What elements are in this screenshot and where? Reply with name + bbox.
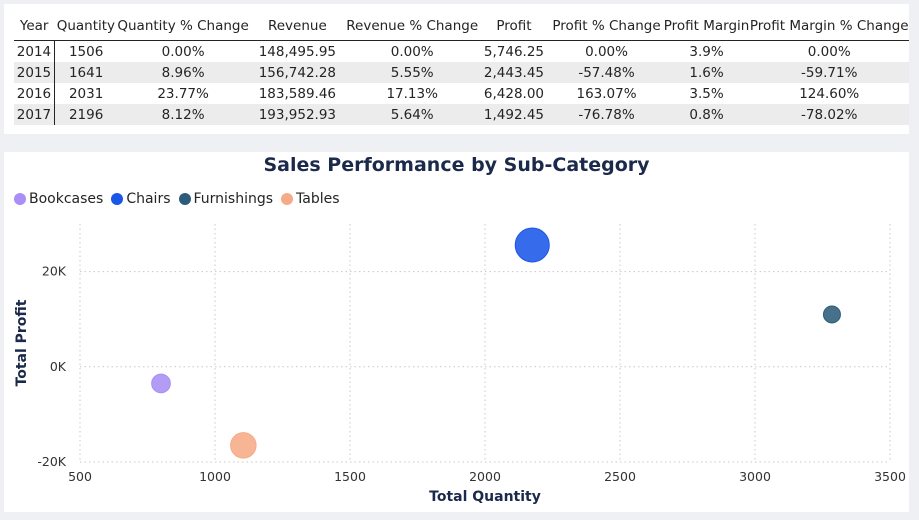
x-tick-label: 1000 (199, 469, 231, 484)
cell-profit: 2,443.45 (478, 62, 550, 83)
column-header-profit[interactable]: Profit (478, 12, 550, 41)
column-header-year[interactable]: Year (14, 12, 55, 41)
cell-quantity: 1641 (54, 62, 118, 83)
cell-revenue-change: 5.64% (345, 104, 479, 125)
x-tick-label: 2000 (469, 469, 501, 484)
cell-revenue-change: 0.00% (390, 43, 434, 60)
cell-profit-change: 163.07% (576, 85, 637, 102)
scatter-chart-panel: Sales Performance by Sub-Category Bookca… (4, 152, 909, 512)
y-tick-label: -20K (37, 454, 66, 469)
x-tick-label: 3000 (739, 469, 771, 484)
cell-revenue: 156,742.28 (248, 62, 346, 83)
x-tick-label: 1500 (334, 469, 366, 484)
cell-revenue: 183,589.46 (258, 85, 337, 102)
cell-quantity: 1506 (68, 43, 104, 60)
column-header-quantity[interactable]: Quantity (54, 12, 118, 41)
table-row[interactable]: 2016 2031 23.77% 183,589.46 17.13% 6,428.00 16… (14, 83, 909, 104)
cell-quantity-change: 8.96% (117, 62, 249, 83)
cell-profit-change: -76.78% (549, 104, 664, 125)
cell-year: 2017 (14, 104, 55, 125)
cell-profit-change: -57.48% (549, 62, 664, 83)
cell-quantity: 2031 (68, 85, 104, 102)
bubble-bookcases (151, 373, 171, 394)
cell-profit-margin-change: -78.02% (749, 104, 909, 125)
column-header-profit-change[interactable]: Profit % Change (549, 12, 664, 41)
cell-profit-margin-change: 0.00% (807, 43, 851, 60)
x-tick-label: 2500 (604, 469, 636, 484)
cell-profit: 1,492.45 (478, 104, 550, 125)
cell-profit-margin: 3.9% (689, 43, 724, 60)
cell-quantity: 2196 (54, 104, 118, 125)
cell-profit-change: 0.00% (585, 43, 628, 60)
table-row[interactable]: 2014 1506 0.00% 148,495.95 0.00% 5,746.25 0.00… (14, 40, 909, 62)
cell-revenue: 193,952.93 (248, 104, 346, 125)
cell-profit-margin-change: 124.60% (799, 85, 860, 102)
bubble-chairs (514, 227, 550, 263)
cell-year: 2015 (14, 62, 55, 83)
column-header-quantity-change[interactable]: Quantity % Change (117, 12, 249, 41)
cell-quantity-change: 0.00% (161, 43, 205, 60)
cell-revenue-change: 5.55% (345, 62, 479, 83)
y-tick-label: 20K (42, 264, 67, 279)
bubble-tables (230, 432, 257, 459)
y-tick-label: 0K (50, 359, 67, 374)
cell-profit-margin: 3.5% (689, 85, 724, 102)
cell-profit-margin: 0.8% (663, 104, 750, 125)
table-header-row: Year Quantity Quantity % Change Revenue … (14, 12, 909, 41)
y-axis-title: Total Profit (14, 299, 30, 386)
x-axis-title: Total Quantity (429, 489, 541, 505)
bubble-furnishings (822, 305, 841, 324)
column-header-profit-margin-change[interactable]: Profit Margin % Change (749, 12, 909, 41)
cell-profit: 5,746.25 (483, 43, 545, 60)
cell-revenue-change: 17.13% (386, 85, 438, 102)
cell-quantity-change: 8.12% (117, 104, 249, 125)
column-header-revenue[interactable]: Revenue (248, 12, 346, 41)
x-tick-label: 500 (68, 469, 92, 484)
cell-profit: 6,428.00 (483, 85, 545, 102)
yearly-summary-table: Year Quantity Quantity % Change Revenue … (14, 12, 909, 125)
cell-revenue: 148,495.95 (258, 43, 337, 60)
table-row[interactable]: 2015 1641 8.96% 156,742.28 5.55% 2,443.45 -57.… (14, 62, 909, 83)
cell-year: 2016 (14, 83, 55, 104)
cell-profit-margin-change: -59.71% (749, 62, 909, 83)
column-header-profit-margin[interactable]: Profit Margin (663, 12, 750, 41)
column-header-revenue-change[interactable]: Revenue % Change (345, 12, 479, 41)
cell-year: 2014 (14, 40, 55, 62)
cell-profit-margin: 1.6% (663, 62, 750, 83)
table-row[interactable]: 2017 2196 8.12% 193,952.93 5.64% 1,492.45 -76.… (14, 104, 909, 125)
scatter-plot: 500 1000 1500 2000 2500 3000 3500 -20K 0K 20K Tota… (14, 224, 906, 505)
cell-quantity-change: 23.77% (157, 85, 209, 102)
summary-table-panel: Year Quantity Quantity % Change Revenue … (4, 4, 909, 134)
x-tick-label: 3500 (874, 469, 906, 484)
